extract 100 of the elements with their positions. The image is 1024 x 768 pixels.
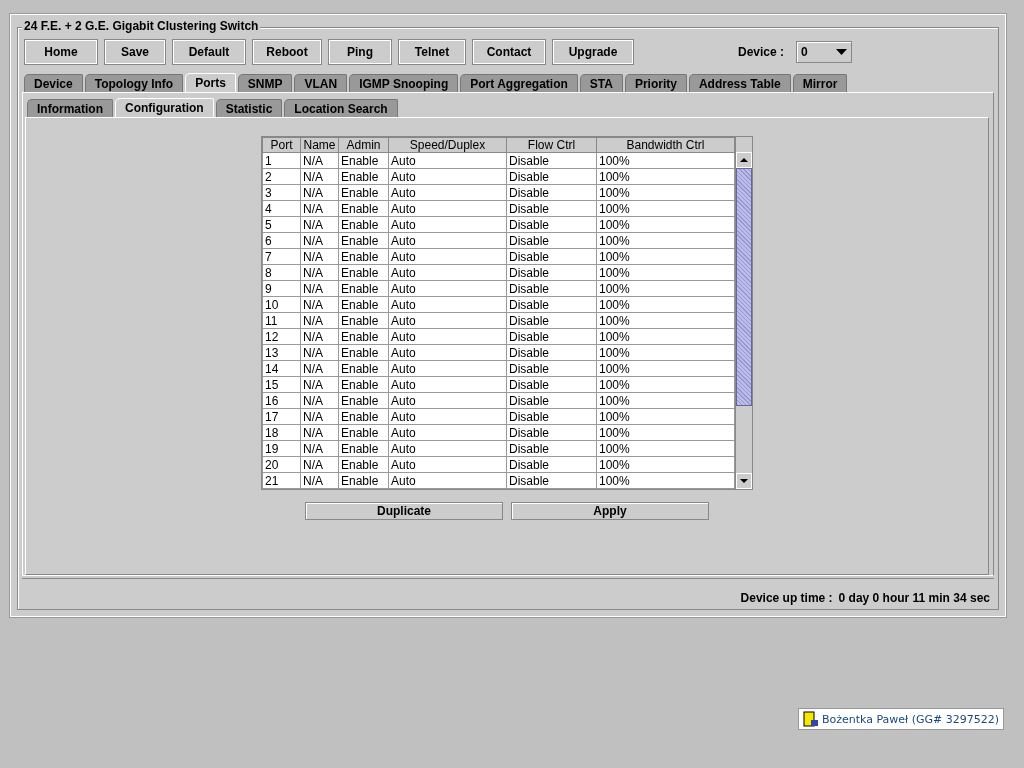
table-cell: Enable [338, 472, 389, 489]
scrollbar[interactable] [735, 137, 752, 489]
toolbar-button[interactable]: Contact [473, 40, 545, 64]
device-label: Device : [737, 45, 784, 59]
table-cell: 6 [262, 232, 301, 249]
tab[interactable]: IGMP Snooping [349, 74, 459, 92]
table-cell: Enable [338, 424, 389, 441]
table-cell: 100% [596, 312, 735, 329]
table-cell: Disable [506, 152, 597, 169]
table-cell: N/A [300, 184, 339, 201]
column-header: Flow Ctrl [506, 137, 597, 153]
table-cell: Enable [338, 216, 389, 233]
tab[interactable]: Ports [185, 73, 236, 92]
table-cell: 100% [596, 152, 735, 169]
table-cell: 100% [596, 472, 735, 489]
window-title: 24 F.E. + 2 G.E. Gigabit Clustering Switch [22, 19, 261, 33]
table-cell: 100% [596, 424, 735, 441]
table-cell: Auto [388, 184, 507, 201]
table-cell: N/A [300, 232, 339, 249]
table-cell: Enable [338, 232, 389, 249]
toolbar-button[interactable]: Upgrade [553, 40, 633, 64]
table-cell: Disable [506, 344, 597, 361]
table-cell: N/A [300, 312, 339, 329]
table-cell: 100% [596, 232, 735, 249]
subtab[interactable]: Configuration [115, 98, 214, 117]
tab[interactable]: STA [579, 74, 623, 92]
table-cell: Auto [388, 360, 507, 377]
table-cell: 100% [596, 216, 735, 233]
table-cell: 1 [262, 152, 301, 169]
scroll-down-icon[interactable] [736, 473, 752, 489]
table-cell: Enable [338, 168, 389, 185]
subtab[interactable]: Location Search [284, 99, 398, 117]
table-cell: Disable [506, 184, 597, 201]
tab[interactable]: Device [24, 74, 83, 92]
table-cell: Enable [338, 296, 389, 313]
table-cell: Enable [338, 408, 389, 425]
table-cell: Auto [388, 392, 507, 409]
table-cell: 8 [262, 264, 301, 281]
tab[interactable]: SNMP [237, 74, 293, 92]
table-cell: 17 [262, 408, 301, 425]
table-cell: Enable [338, 280, 389, 297]
toolbar-button[interactable]: Reboot [253, 40, 321, 64]
table-cell: N/A [300, 360, 339, 377]
tab[interactable]: Priority [624, 74, 687, 92]
table-cell: N/A [300, 408, 339, 425]
table-cell: N/A [300, 472, 339, 489]
table-cell: N/A [300, 200, 339, 217]
table-cell: 100% [596, 328, 735, 345]
tab[interactable]: VLAN [294, 74, 348, 92]
subtab[interactable]: Statistic [215, 99, 283, 117]
scroll-up-icon[interactable] [736, 152, 752, 168]
table-cell: Auto [388, 232, 507, 249]
toolbar-button[interactable]: Home [25, 40, 97, 64]
table-cell: Disable [506, 280, 597, 297]
table-cell: Enable [338, 264, 389, 281]
table-cell: Auto [388, 440, 507, 457]
table-cell: N/A [300, 440, 339, 457]
column-header: Port [262, 137, 301, 153]
subtab[interactable]: Information [27, 99, 113, 117]
table-cell: Auto [388, 280, 507, 297]
scroll-thumb[interactable] [736, 168, 752, 406]
table-cell: Auto [388, 200, 507, 217]
toolbar-button[interactable]: Default [173, 40, 245, 64]
table-cell: 12 [262, 328, 301, 345]
table-cell: Disable [506, 264, 597, 281]
tab[interactable]: Port Aggregation [460, 74, 578, 92]
table-cell: N/A [300, 280, 339, 297]
table-cell: Auto [388, 248, 507, 265]
table-cell: Disable [506, 424, 597, 441]
table-cell: Auto [388, 408, 507, 425]
table-cell: 9 [262, 280, 301, 297]
table-cell: 100% [596, 200, 735, 217]
table-cell: Auto [388, 424, 507, 441]
table-cell: 11 [262, 312, 301, 329]
table-cell: Auto [388, 264, 507, 281]
tab[interactable]: Address Table [688, 74, 791, 92]
table-cell: 100% [596, 168, 735, 185]
table-cell: Disable [506, 472, 597, 489]
contact-text: Bożentka Paweł (GG# 3297522) [821, 712, 999, 726]
table-cell: N/A [300, 264, 339, 281]
table-cell: Auto [388, 216, 507, 233]
table-cell: Disable [506, 360, 597, 377]
toolbar-button[interactable]: Telnet [399, 40, 465, 64]
toolbar-button[interactable]: Save [105, 40, 165, 64]
table-cell: N/A [300, 376, 339, 393]
toolbar-button[interactable]: Ping [329, 40, 391, 64]
table-cell: Disable [506, 248, 597, 265]
table-cell: 100% [596, 296, 735, 313]
table-cell: Disable [506, 408, 597, 425]
action-button[interactable]: Apply [511, 502, 709, 520]
device-dropdown[interactable]: 0 [796, 41, 852, 63]
action-button[interactable]: Duplicate [305, 502, 503, 520]
tab[interactable]: Topology Info [84, 74, 184, 92]
table-cell: Disable [506, 296, 597, 313]
table-cell: Disable [506, 440, 597, 457]
table-cell: 15 [262, 376, 301, 393]
tab[interactable]: Mirror [792, 74, 848, 92]
table-cell: 14 [262, 360, 301, 377]
table-cell: 100% [596, 440, 735, 457]
table-cell: N/A [300, 296, 339, 313]
